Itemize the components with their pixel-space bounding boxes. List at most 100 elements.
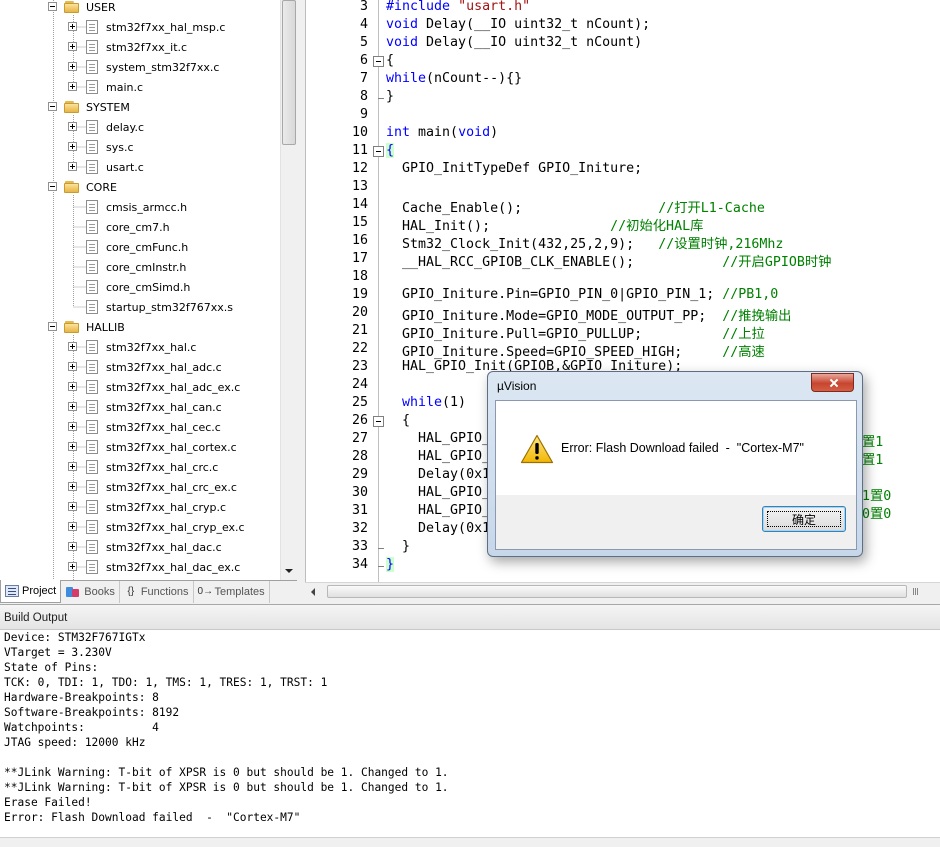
- code-line[interactable]: HAL_GPIO_: [386, 485, 490, 500]
- tree-file[interactable]: stm32f7xx_hal_adc_ex.c: [68, 377, 242, 397]
- expand-icon[interactable]: [68, 462, 77, 471]
- code-line[interactable]: GPIO_Initure.Mode=GPIO_MODE_OUTPUT_PP; /…: [386, 305, 791, 324]
- tree-folder[interactable]: HALLIB: [48, 317, 127, 337]
- expand-icon[interactable]: [68, 122, 77, 131]
- code-line[interactable]: }: [386, 557, 395, 572]
- code-line[interactable]: while(1): [386, 395, 466, 410]
- editor-horizontal-scrollbar[interactable]: [305, 582, 940, 600]
- expand-icon[interactable]: [68, 362, 77, 371]
- collapse-icon[interactable]: [48, 2, 57, 11]
- tree-item-label: core_cmSimd.h: [106, 280, 191, 294]
- fold-toggle-icon[interactable]: [373, 56, 384, 67]
- code-line[interactable]: __HAL_RCC_GPIOB_CLK_ENABLE(); //开启GPIOB时…: [386, 251, 831, 270]
- tree-file[interactable]: core_cm7.h: [68, 217, 172, 237]
- code-line[interactable]: }: [386, 89, 394, 104]
- build-output-window[interactable]: Device: STM32F767IGTx VTarget = 3.230V Sta…: [0, 630, 940, 837]
- expand-icon[interactable]: [68, 562, 77, 571]
- collapse-icon[interactable]: [48, 182, 57, 191]
- tab-functions[interactable]: {} Functions: [120, 581, 194, 603]
- expand-icon[interactable]: [68, 42, 77, 51]
- fold-toggle-icon[interactable]: [373, 146, 384, 157]
- code-line[interactable]: void Delay(__IO uint32_t nCount): [386, 35, 642, 50]
- code-line[interactable]: HAL_GPIO_: [386, 431, 490, 446]
- tree-file[interactable]: stm32f7xx_hal_cec.c: [68, 417, 223, 437]
- tree-file[interactable]: startup_stm32f767xx.s: [68, 297, 235, 317]
- collapse-icon[interactable]: [48, 322, 57, 331]
- expand-icon[interactable]: [68, 382, 77, 391]
- code-line[interactable]: GPIO_Initure.Speed=GPIO_SPEED_HIGH; //高速: [386, 341, 765, 360]
- code-line[interactable]: }: [386, 539, 410, 554]
- tree-file[interactable]: core_cmFunc.h: [68, 237, 190, 257]
- tree-folder[interactable]: USER: [48, 0, 118, 17]
- tree-scroll-thumb[interactable]: [282, 0, 296, 145]
- tree-file[interactable]: stm32f7xx_it.c: [68, 37, 189, 57]
- code-line[interactable]: GPIO_InitTypeDef GPIO_Initure;: [386, 161, 642, 176]
- tree-file[interactable]: stm32f7xx_hal_cryp.c: [68, 497, 228, 517]
- code-line[interactable]: while(nCount--){}: [386, 71, 522, 86]
- tree-item-label: stm32f7xx_hal_msp.c: [106, 20, 226, 34]
- code-line[interactable]: Cache_Enable(); //打开L1-Cache: [386, 197, 765, 216]
- code-line[interactable]: Delay(0x1: [386, 521, 490, 536]
- tree-folder[interactable]: SYSTEM: [48, 97, 132, 117]
- tab-project[interactable]: Project: [0, 580, 62, 603]
- expand-icon[interactable]: [68, 482, 77, 491]
- close-icon[interactable]: [811, 373, 854, 392]
- tree-file[interactable]: stm32f7xx_hal_cortex.c: [68, 437, 239, 457]
- code-line[interactable]: int main(void): [386, 125, 498, 140]
- editor-scroll-thumb[interactable]: [327, 585, 907, 598]
- code-line[interactable]: HAL_Init(); //初始化HAL库: [386, 215, 703, 234]
- code-line[interactable]: {: [386, 413, 410, 428]
- code-line[interactable]: {: [386, 53, 394, 68]
- tree-file[interactable]: stm32f7xx_hal_dac.c: [68, 537, 224, 557]
- code-line[interactable]: {: [386, 143, 395, 158]
- scroll-down-arrow-icon[interactable]: [281, 563, 297, 579]
- expand-icon[interactable]: [68, 422, 77, 431]
- tree-file[interactable]: stm32f7xx_hal_dac_ex.c: [68, 557, 242, 577]
- expand-icon[interactable]: [68, 342, 77, 351]
- code-line[interactable]: GPIO_Initure.Pull=GPIO_PULLUP; //上拉: [386, 323, 765, 342]
- tree-file[interactable]: delay.c: [68, 117, 146, 137]
- tree-file[interactable]: stm32f7xx_hal_crc_ex.c: [68, 477, 239, 497]
- code-line[interactable]: void Delay(__IO uint32_t nCount);: [386, 17, 650, 32]
- expand-icon[interactable]: [68, 502, 77, 511]
- tree-vertical-scrollbar[interactable]: [280, 0, 297, 580]
- tree-file[interactable]: stm32f7xx_hal_msp.c: [68, 17, 227, 37]
- tree-file[interactable]: stm32f7xx_hal_can.c: [68, 397, 224, 417]
- collapse-icon[interactable]: [48, 102, 57, 111]
- expand-icon[interactable]: [68, 542, 77, 551]
- scroll-left-arrow-icon[interactable]: [311, 588, 315, 596]
- panel-splitter[interactable]: [297, 0, 305, 604]
- tree-file[interactable]: system_stm32f7xx.c: [68, 57, 221, 77]
- tree-file[interactable]: sys.c: [68, 137, 136, 157]
- expand-icon[interactable]: [68, 142, 77, 151]
- expand-icon[interactable]: [68, 522, 77, 531]
- project-icon: [5, 585, 19, 597]
- code-line[interactable]: Delay(0x1: [386, 467, 490, 482]
- tree-file[interactable]: core_cmInstr.h: [68, 257, 188, 277]
- expand-icon[interactable]: [68, 442, 77, 451]
- tree-file[interactable]: main.c: [68, 77, 145, 97]
- expand-icon[interactable]: [68, 22, 77, 31]
- tree-folder[interactable]: CORE: [48, 177, 119, 197]
- tree-file[interactable]: cmsis_armcc.h: [68, 197, 189, 217]
- tab-templates[interactable]: 0→ Templates: [194, 581, 270, 603]
- expand-icon[interactable]: [68, 82, 77, 91]
- expand-icon[interactable]: [68, 162, 77, 171]
- tree-file[interactable]: stm32f7xx_hal_adc.c: [68, 357, 224, 377]
- code-line[interactable]: HAL_GPIO_: [386, 503, 490, 518]
- code-line[interactable]: HAL_GPIO_: [386, 449, 490, 464]
- code-line[interactable]: #include "usart.h": [386, 0, 530, 14]
- tree-file[interactable]: stm32f7xx_hal_crc.c: [68, 457, 220, 477]
- file-icon: [86, 520, 98, 534]
- expand-icon[interactable]: [68, 62, 77, 71]
- tree-file[interactable]: core_cmSimd.h: [68, 277, 192, 297]
- ok-button[interactable]: 确定: [762, 506, 846, 532]
- tree-file[interactable]: stm32f7xx_hal.c: [68, 337, 198, 357]
- tree-file[interactable]: stm32f7xx_hal_cryp_ex.c: [68, 517, 247, 537]
- fold-toggle-icon[interactable]: [373, 416, 384, 427]
- code-line[interactable]: GPIO_Initure.Pin=GPIO_PIN_0|GPIO_PIN_1; …: [386, 287, 778, 302]
- code-line[interactable]: Stm32_Clock_Init(432,25,2,9); //设置时钟,216…: [386, 233, 783, 252]
- tree-file[interactable]: usart.c: [68, 157, 146, 177]
- tab-books[interactable]: Books: [61, 581, 120, 603]
- expand-icon[interactable]: [68, 402, 77, 411]
